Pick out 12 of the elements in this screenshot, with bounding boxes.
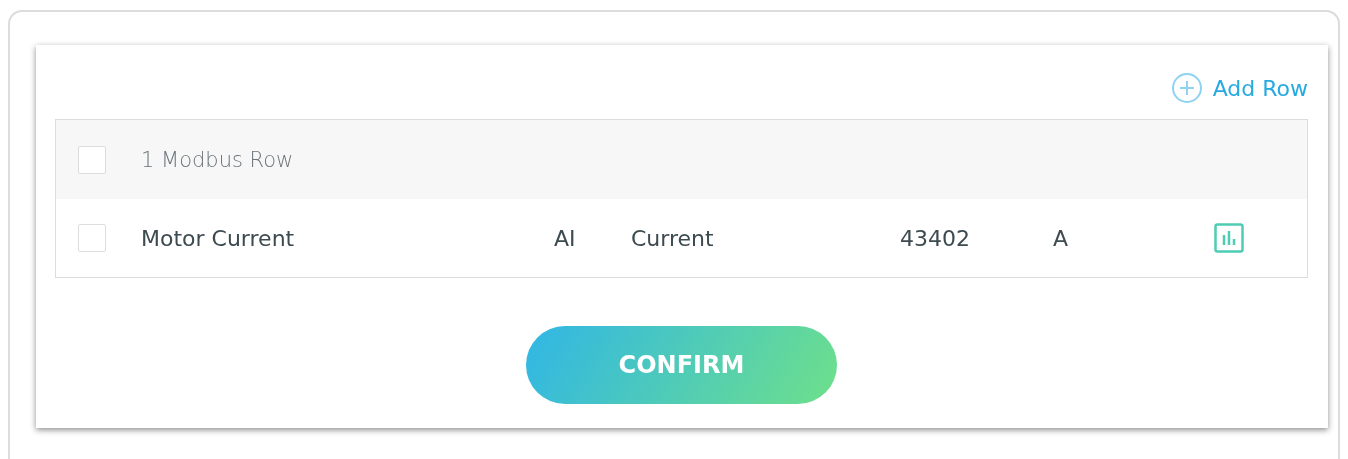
table-cell: A bbox=[1053, 225, 1069, 251]
add-row-button[interactable]: Add Row bbox=[1170, 72, 1308, 104]
table-cell: AI bbox=[554, 225, 576, 251]
bar-chart-icon[interactable] bbox=[1214, 223, 1244, 253]
table-cell: Current bbox=[631, 225, 714, 251]
checkbox[interactable] bbox=[78, 145, 106, 174]
plus-circle-icon bbox=[1170, 72, 1203, 104]
table-cell: 43402 bbox=[900, 225, 970, 251]
table-cell: Motor Current bbox=[141, 225, 295, 251]
confirm-button[interactable]: CONFIRM bbox=[526, 326, 837, 404]
row-count-label: 1 Modbus Row bbox=[141, 147, 294, 172]
checkbox[interactable] bbox=[78, 224, 106, 252]
